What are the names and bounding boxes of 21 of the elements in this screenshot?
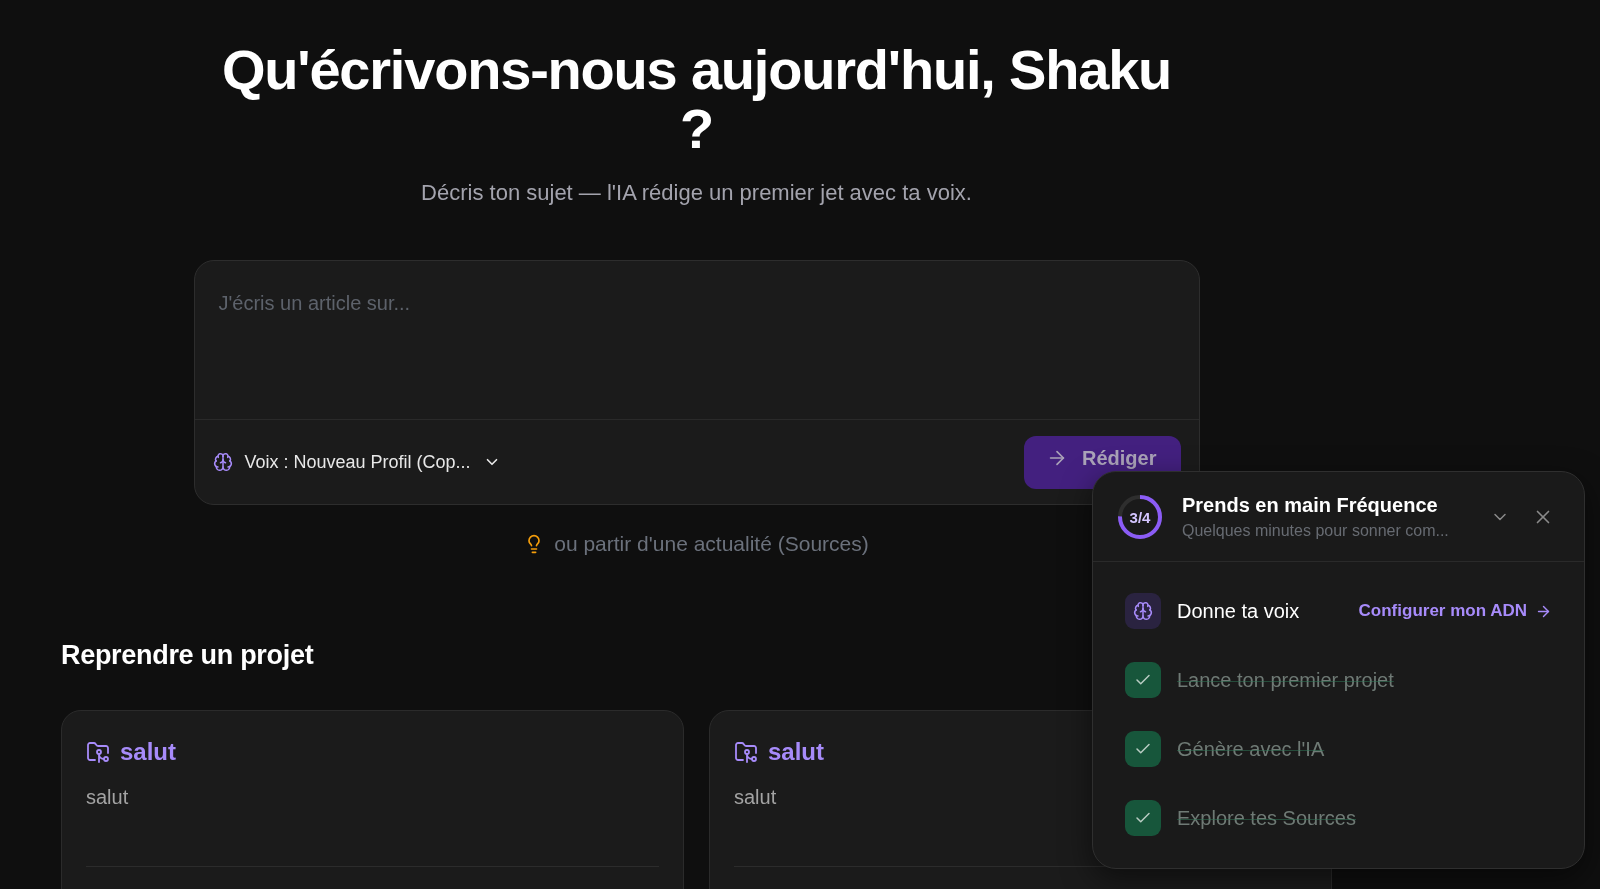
- sources-link[interactable]: ou partir d'une actualité (Sources): [524, 532, 869, 556]
- voice-selector[interactable]: Voix : Nouveau Profil (Cop...: [212, 447, 501, 477]
- project-title: salut: [120, 738, 176, 766]
- step-label: Génère avec l'IA: [1177, 737, 1325, 761]
- project-card[interactable]: salut salut: [61, 710, 684, 889]
- project-title: salut: [768, 738, 824, 766]
- section-title: Reprendre un projet: [61, 639, 314, 671]
- project-description: salut: [734, 785, 777, 810]
- folder-icon: [86, 740, 110, 764]
- progress-ring: [1118, 494, 1162, 539]
- folder-icon: [734, 740, 758, 764]
- step-label: Donne ta voix: [1177, 599, 1300, 623]
- page-title: Qu'écrivons-nous aujourd'hui, Shaku ?: [220, 40, 1173, 158]
- brain-icon: [212, 452, 233, 472]
- step-label: Lance ton premier projet: [1177, 668, 1394, 692]
- panel-subtitle: Quelques minutes pour sonner com...: [1182, 520, 1449, 541]
- page-subtitle: Décris ton sujet — l'IA rédige un premier jet avec ta voix.: [421, 179, 972, 207]
- progress-label: 3/4: [1129, 508, 1151, 525]
- step-action-link[interactable]: Configurer mon ADN: [1358, 601, 1552, 621]
- topic-input[interactable]: J'écris un article sur...: [194, 261, 1199, 420]
- project-description: salut: [86, 785, 129, 810]
